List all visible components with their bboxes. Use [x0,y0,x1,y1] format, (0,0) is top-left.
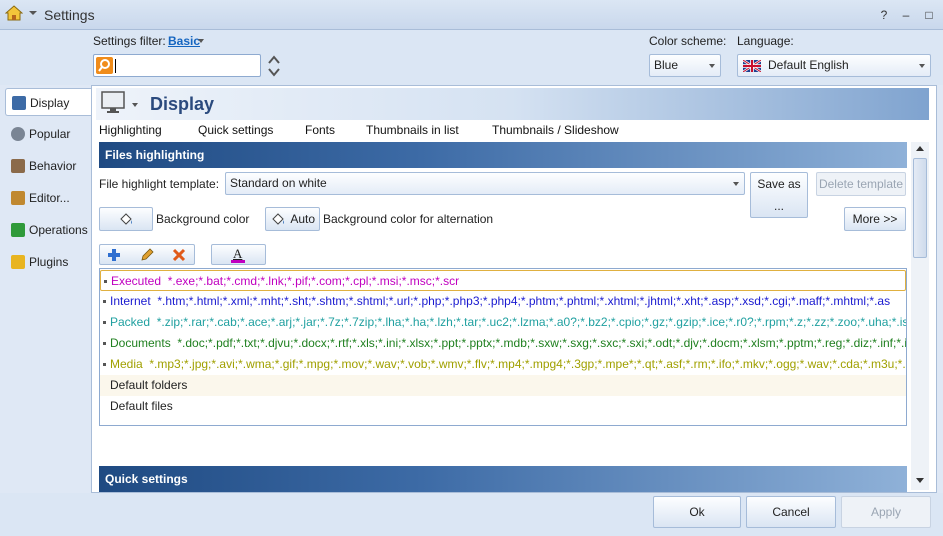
history-updown-icon[interactable] [267,54,281,78]
alternation-color-label: Background color for alternation [323,212,494,226]
rule-patterns: *.zip;*.rar;*.cab;*.ace;*.arj;*.jar;*.7z… [156,315,906,329]
font-color-button[interactable]: A [211,244,266,265]
language-label: Language: [737,34,794,48]
filter-dropdown-icon[interactable] [198,39,204,43]
add-icon[interactable] [106,247,122,263]
tab-thumbnails-in-list[interactable]: Thumbnails in list [366,123,459,137]
tab-fonts[interactable]: Fonts [305,123,335,137]
color-scheme-label: Color scheme: [649,34,727,48]
monitor-icon [101,91,125,113]
search-input[interactable] [93,54,261,77]
language-value: Default English [768,58,849,72]
paint-bucket-icon [120,213,132,225]
edit-pencil-icon[interactable] [139,247,155,263]
apply-button[interactable]: Apply [841,496,931,528]
filter-label: Settings filter: [93,34,166,48]
list-item[interactable]: Documents *.doc;*.pdf;*.txt;*.djvu;*.doc… [100,333,906,354]
uk-flag-icon [743,60,761,72]
operations-icon [11,223,25,237]
behavior-icon [11,159,25,173]
title-bar [0,0,943,30]
help-icon[interactable]: ? [876,8,892,22]
editor-icon [11,191,25,205]
sidebar-item-label: Operations [29,223,88,237]
maximize-button[interactable]: □ [921,8,937,22]
gear-icon [11,127,25,141]
sidebar-item-label: Editor... [29,191,70,205]
color-scheme-value: Blue [654,58,679,72]
template-select[interactable]: Standard on white [225,172,745,195]
list-item[interactable]: Packed *.zip;*.rar;*.cab;*.ace;*.arj;*.j… [100,312,906,333]
delete-icon[interactable] [171,247,187,263]
sidebar-item-plugins[interactable]: Plugins [5,248,91,276]
page-title: Display [150,94,215,114]
list-item[interactable]: Internet *.htm;*.html;*.xml;*.mht;*.sht;… [100,291,906,312]
sidebar-item-operations[interactable]: Operations [5,216,91,244]
sidebar-item-label: Behavior [29,159,77,173]
page-banner [96,88,929,120]
font-color-icon: A [231,246,245,263]
minimize-button[interactable]: – [898,8,914,22]
scroll-down-icon[interactable] [916,478,924,483]
section-quick-settings: Quick settings [99,466,907,492]
rule-patterns: *.exe;*.bat;*.cmd;*.lnk;*.pif;*.com;*.cp… [167,274,460,288]
sidebar-item-label: Popular [29,127,71,141]
system-menu-icon[interactable] [29,11,37,15]
delete-template-button[interactable]: Delete template [816,172,906,196]
home-icon[interactable] [5,5,23,21]
plugins-icon [11,255,25,269]
background-color-button[interactable] [99,207,153,231]
list-item-group[interactable]: Default folders [100,375,906,396]
rule-name: Executed [111,274,162,288]
search-icon [96,57,113,74]
auto-label: Auto [290,212,315,226]
tab-thumbnails-slideshow[interactable]: Thumbnails / Slideshow [492,123,619,137]
display-icon [12,96,26,110]
rule-patterns: *.htm;*.html;*.xml;*.mht;*.sht;*.shtm;*.… [157,294,891,308]
sidebar-item-display[interactable]: Display [5,88,91,116]
section-files-highlighting: Files highlighting [99,142,907,168]
list-item-group[interactable]: Default files [100,396,906,417]
rule-name: Internet [110,294,151,308]
template-label: File highlight template: [99,177,220,191]
rule-name: Packed [110,315,151,329]
tab-quick-settings[interactable]: Quick settings [198,123,273,137]
color-scheme-select[interactable]: Blue [649,54,721,77]
template-value: Standard on white [230,176,327,190]
list-item[interactable]: Media *.mp3;*.jpg;*.avi;*.wma;*.gif;*.mp… [100,354,906,375]
more-button[interactable]: More >> [844,207,906,231]
page-dropdown-icon[interactable] [132,103,138,107]
cancel-button[interactable]: Cancel [746,496,836,528]
rule-name: Documents [110,336,171,350]
sidebar-item-label: Display [30,96,70,110]
filter-link[interactable]: Basic [168,34,200,48]
save-as-button[interactable]: Save as ... [750,172,808,218]
scrollbar-thumb[interactable] [913,158,927,258]
highlight-rules-list[interactable]: Executed *.exe;*.bat;*.cmd;*.lnk;*.pif;*… [99,268,907,426]
rule-patterns: *.mp3;*.jpg;*.avi;*.wma;*.gif;*.mpg;*.mo… [149,357,906,371]
language-select[interactable]: Default English [737,54,931,77]
tab-highlighting[interactable]: Highlighting [99,123,162,137]
scroll-up-icon[interactable] [916,146,924,151]
sidebar-item-editor[interactable]: Editor... [5,184,91,212]
list-item[interactable]: Executed *.exe;*.bat;*.cmd;*.lnk;*.pif;*… [100,270,906,291]
text-caret [115,59,116,73]
sidebar-item-label: Plugins [29,255,69,269]
paint-bucket-icon [272,213,284,225]
window-title: Settings [44,7,95,23]
sidebar-item-popular[interactable]: Popular [5,120,91,148]
background-color-label: Background color [156,212,250,226]
rule-name: Media [110,357,143,371]
auto-color-button[interactable]: Auto [265,207,320,231]
rule-patterns: *.doc;*.pdf;*.txt;*.djvu;*.docx;*.rtf;*.… [177,336,906,350]
svg-text:A: A [233,246,243,261]
sidebar-item-behavior[interactable]: Behavior [5,152,91,180]
ok-button[interactable]: Ok [653,496,741,528]
